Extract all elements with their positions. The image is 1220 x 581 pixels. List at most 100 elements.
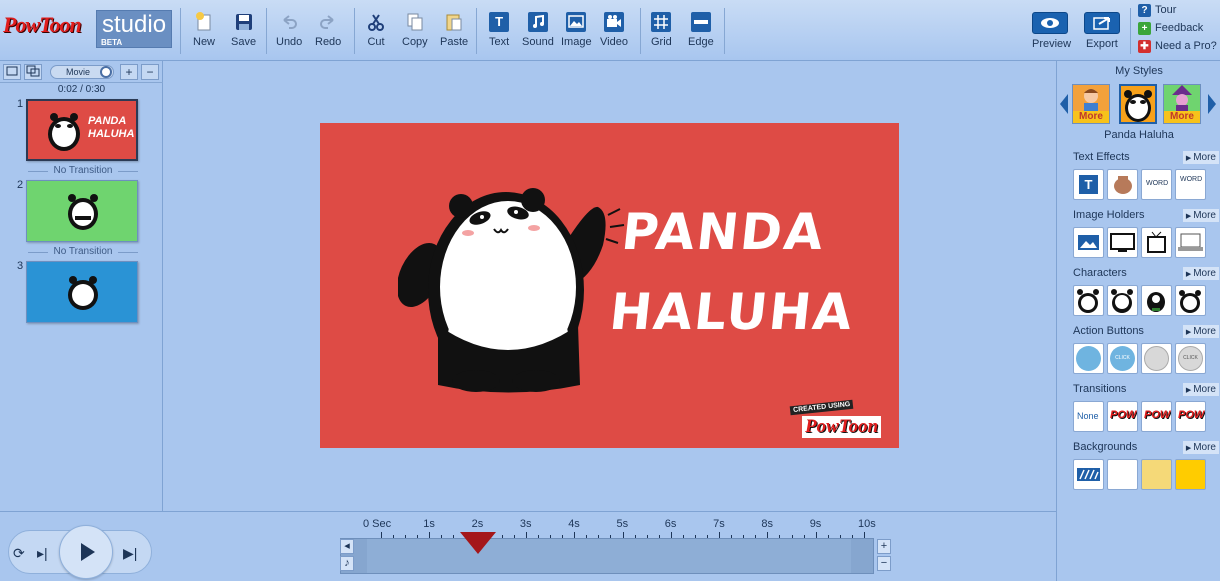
text-effects-more-button[interactable]: More [1182, 151, 1219, 164]
video-button[interactable]: Video [600, 12, 628, 48]
new-button[interactable]: New [193, 12, 215, 48]
ruler-label: 6s [664, 518, 677, 530]
preview-button[interactable] [1032, 12, 1068, 34]
style-card-2-selected[interactable] [1119, 84, 1157, 124]
text-effect-tile-hand[interactable] [1107, 169, 1138, 200]
slide-title-line-1[interactable]: PANDA [619, 203, 828, 261]
text-effects-section: Text Effects More T WORD WORD [1073, 151, 1219, 200]
slides-panel: Movie + − 0:02 / 0:30 1 PANDA HALUHA No … [0, 61, 163, 511]
slide-canvas[interactable]: PANDA HALUHA CREATED USING PowToon [320, 123, 899, 448]
tour-link[interactable]: ? Tour [1138, 2, 1176, 18]
save-button[interactable]: Save [231, 12, 256, 48]
paste-label: Paste [440, 36, 469, 48]
skip-to-end-icon[interactable]: ▶| [123, 545, 137, 562]
grid-label: Grid [651, 36, 672, 48]
transition-tile-pow-3[interactable]: POW [1175, 401, 1206, 432]
transition-tile-pow-2[interactable]: POW [1141, 401, 1172, 432]
ruler-label: 0 Sec [363, 518, 392, 530]
action-button-tile-1[interactable] [1073, 343, 1104, 374]
slide-thumbnail-2[interactable] [26, 180, 138, 242]
timeline-track[interactable]: ◂ ♪ + − [340, 538, 891, 574]
image-holder-tile-1[interactable] [1073, 227, 1104, 258]
slide-view-single-button[interactable] [3, 64, 21, 80]
background-tile-pattern[interactable] [1073, 459, 1104, 490]
slide-thumbnail-1[interactable]: PANDA HALUHA [26, 99, 138, 161]
grid-button[interactable]: Grid [651, 12, 672, 48]
action-button-tile-2[interactable]: CLICK HERE [1107, 343, 1138, 374]
image-holders-more-button[interactable]: More [1182, 209, 1219, 222]
slide-title-line-2[interactable]: HALUHA [607, 283, 857, 341]
need-pro-label: Need a Pro? [1155, 40, 1217, 52]
edge-icon [690, 12, 711, 32]
timeline-collapse-button[interactable]: ◂ [340, 539, 354, 554]
background-tile-yellow[interactable] [1175, 459, 1206, 490]
carousel-right-arrow-icon[interactable] [1208, 94, 1216, 114]
text-effect-tile-word-outline[interactable]: WORD [1175, 169, 1206, 200]
play-button[interactable] [59, 525, 113, 579]
image-holder-tile-3[interactable] [1141, 227, 1172, 258]
toolbar-divider [640, 8, 641, 54]
action-button-tile-3[interactable] [1141, 343, 1172, 374]
character-tile-3[interactable] [1141, 285, 1172, 316]
canvas-area: PANDA HALUHA CREATED USING PowToon [163, 61, 1056, 511]
transition-label-1[interactable]: No Transition [26, 165, 140, 176]
style-card-1[interactable]: More [1072, 84, 1110, 124]
characters-more-button[interactable]: More [1182, 267, 1219, 280]
image-holder-tile-2[interactable] [1107, 227, 1138, 258]
carousel-left-arrow-icon[interactable] [1060, 94, 1068, 114]
slide-thumbnail-3[interactable] [26, 261, 138, 323]
image-holder-tile-4[interactable] [1175, 227, 1206, 258]
style-carousel: More More [1057, 82, 1220, 127]
panda-icon [1111, 289, 1133, 313]
slide-number: 2 [17, 179, 24, 191]
character-tile-4[interactable] [1175, 285, 1206, 316]
character-tile-1[interactable] [1073, 285, 1104, 316]
panda-character[interactable] [398, 185, 628, 400]
panda-style-icon [1124, 90, 1152, 122]
text-button[interactable]: T Text [489, 12, 509, 48]
redo-arrow-icon [320, 15, 334, 29]
step-forward-icon[interactable]: ▸| [37, 545, 48, 562]
image-button[interactable]: Image [561, 12, 592, 48]
export-arrow-icon [1093, 17, 1110, 30]
transitions-more-button[interactable]: More [1182, 383, 1219, 396]
remove-slide-button[interactable]: − [141, 64, 159, 80]
paste-clipboard-icon [446, 14, 462, 31]
text-effect-tile-word[interactable]: WORD [1141, 169, 1172, 200]
sound-button[interactable]: Sound [522, 12, 554, 48]
beta-label: BETA [101, 38, 123, 47]
edge-button[interactable]: Edge [688, 12, 714, 48]
video-label: Video [600, 36, 628, 48]
playhead-marker[interactable] [459, 532, 496, 554]
feedback-link[interactable]: + Feedback [1138, 20, 1203, 36]
background-tile-light-yellow[interactable] [1141, 459, 1172, 490]
transition-tile-pow-1[interactable]: POW [1107, 401, 1138, 432]
backgrounds-more-button[interactable]: More [1182, 441, 1219, 454]
image-label: Image [561, 36, 592, 48]
timeline-zoom-in-button[interactable]: + [877, 539, 891, 554]
cartoon-witch-icon [1172, 85, 1192, 113]
style-card-3[interactable]: More [1163, 84, 1201, 124]
copy-button[interactable]: Copy [402, 12, 428, 48]
slide-view-multi-button[interactable] [24, 64, 42, 80]
need-pro-link[interactable]: ✚ Need a Pro? [1138, 38, 1217, 54]
redo-button[interactable]: Redo [315, 12, 341, 48]
transition-label-2[interactable]: No Transition [26, 246, 140, 257]
action-buttons-more-button[interactable]: More [1182, 325, 1219, 338]
character-tile-2[interactable] [1107, 285, 1138, 316]
cut-button[interactable]: Cut [366, 12, 386, 48]
background-tile-white[interactable] [1107, 459, 1138, 490]
paste-button[interactable]: Paste [440, 12, 468, 48]
action-button-tile-4[interactable]: CLICK HERE [1175, 343, 1206, 374]
movie-mode-toggle[interactable]: Movie [50, 65, 114, 79]
export-button[interactable] [1084, 12, 1120, 34]
loop-icon[interactable]: ⟳ [13, 545, 25, 562]
timeline-zoom-out-button[interactable]: − [877, 556, 891, 571]
text-effect-tile-plain[interactable]: T [1073, 169, 1104, 200]
transition-tile-none[interactable]: None [1073, 401, 1104, 432]
pow-label: POW [1110, 409, 1137, 421]
undo-button[interactable]: Undo [276, 12, 302, 48]
add-slide-button[interactable]: + [120, 64, 138, 80]
edge-label: Edge [688, 36, 714, 48]
music-track-icon[interactable]: ♪ [340, 556, 354, 571]
